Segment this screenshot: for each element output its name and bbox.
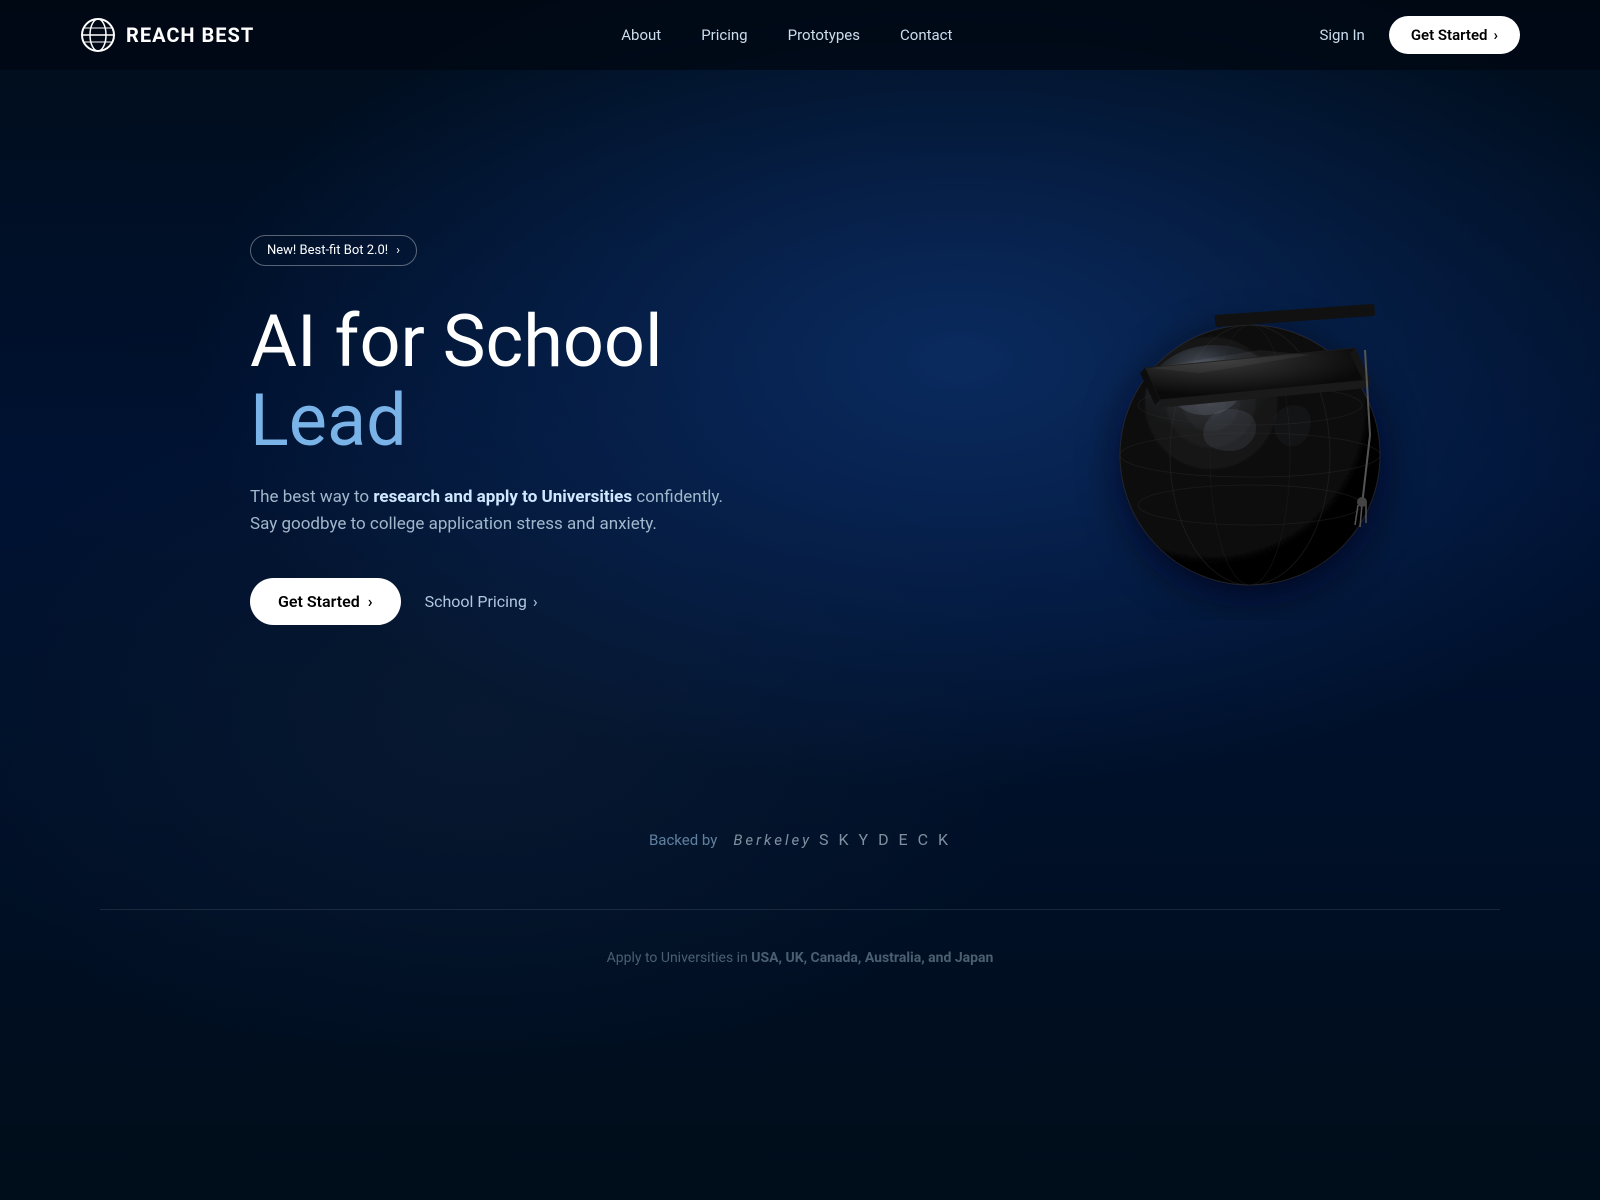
nav-link-contact[interactable]: Contact [900,26,952,44]
logo[interactable]: REACH BEST [80,17,254,53]
hero-section: New! Best-fit Bot 2.0! › AI for School L… [0,70,1600,770]
footer-countries: Apply to Universities in USA, UK, Canada… [0,910,1600,996]
graduation-ball [1060,240,1440,620]
subtitle-line2: Say goodbye to college application stres… [250,514,657,534]
hero-title: AI for School Lead [250,302,790,460]
badge-arrow-icon: › [396,243,400,258]
subtitle-before: The best way to [250,487,373,507]
globe-icon [80,17,116,53]
hero-subtitle: The best way to research and apply to Un… [250,484,790,538]
badge-label: New! Best-fit Bot 2.0! [267,243,388,258]
countries-list: USA, UK, Canada, Australia, and Japan [751,950,993,966]
hero-content: New! Best-fit Bot 2.0! › AI for School L… [250,235,790,626]
apply-text: Apply to Universities in [607,950,752,966]
hero-visual [1000,240,1500,620]
nav-link-pricing[interactable]: Pricing [701,26,747,44]
nav-actions: Sign In Get Started › [1319,16,1520,54]
hero-buttons: Get Started › School Pricing › [250,578,790,625]
subtitle-bold: research and apply to Universities [373,487,632,507]
arrow-icon: › [368,592,373,611]
arrow-icon: › [1493,26,1498,44]
school-pricing-link[interactable]: School Pricing › [425,592,538,611]
backed-by-logo: Berkeley S K Y D E C K [733,830,951,849]
nav-links: About Pricing Prototypes Contact [621,26,952,44]
arrow-icon: › [533,592,538,611]
get-started-hero-button[interactable]: Get Started › [250,578,401,625]
get-started-nav-button[interactable]: Get Started › [1389,16,1520,54]
new-badge[interactable]: New! Best-fit Bot 2.0! › [250,235,417,266]
nav-link-about[interactable]: About [621,26,661,44]
backed-by-section: Backed by Berkeley S K Y D E C K [0,790,1600,909]
navbar: REACH BEST About Pricing Prototypes Cont… [0,0,1600,70]
nav-link-prototypes[interactable]: Prototypes [788,26,860,44]
hero-title-plain: AI for School [250,299,663,384]
sign-in-button[interactable]: Sign In [1319,26,1364,44]
subtitle-after: confidently. [632,487,723,507]
brand-name: REACH BEST [126,23,254,47]
backed-by-text: Backed by [649,831,717,849]
graduation-ball-svg [1060,240,1440,620]
hero-title-highlight: Lead [250,378,407,463]
